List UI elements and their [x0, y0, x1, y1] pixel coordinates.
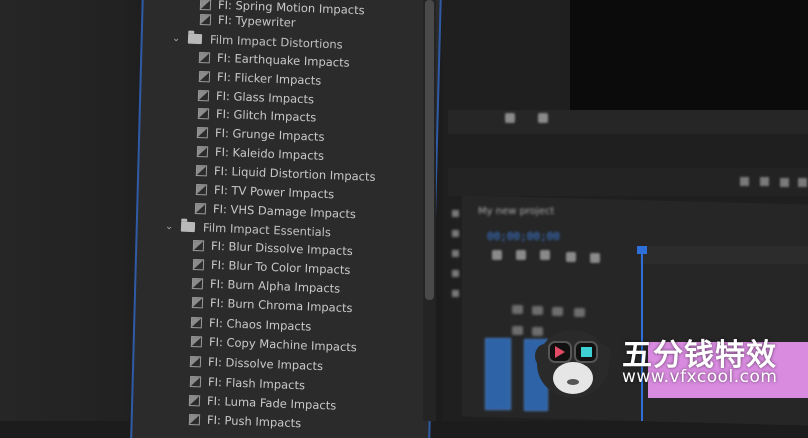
- effect-preset-icon: [188, 413, 201, 425]
- chevron-down-icon[interactable]: ⌄: [172, 33, 182, 44]
- add-marker-icon[interactable]: [540, 250, 550, 260]
- effect-preset-icon: [195, 164, 208, 176]
- effect-item-label: FI: Dissolve Impacts: [207, 354, 324, 374]
- track-target-v1[interactable]: [485, 338, 511, 410]
- playback-controls: [448, 168, 808, 196]
- watermark-url: www.vfxcool.com: [622, 367, 778, 387]
- monkey-logo-icon: [535, 330, 611, 398]
- folder-icon: [180, 221, 196, 233]
- effect-preset-icon: [198, 51, 211, 63]
- program-monitor-viewer: [570, 0, 808, 118]
- effect-item-label: FI: Glitch Impacts: [215, 106, 317, 125]
- effect-item[interactable]: FI: Push Impacts: [188, 409, 302, 433]
- track-visibility-icon[interactable]: [552, 307, 563, 316]
- effect-preset-icon: [197, 107, 210, 119]
- selection-tool-icon[interactable]: [452, 210, 459, 217]
- effect-item-label: FI: Burn Chroma Impacts: [209, 295, 353, 316]
- effect-preset-icon: [192, 258, 205, 270]
- wrench-icon[interactable]: [590, 253, 600, 263]
- effect-preset-icon: [194, 202, 207, 214]
- export-frame-icon[interactable]: [798, 178, 807, 187]
- effect-preset-icon: [189, 375, 202, 387]
- track-select-tool-icon[interactable]: [452, 230, 459, 237]
- effect-item-label: FI: Flicker Impacts: [216, 69, 322, 88]
- track-sync-icon[interactable]: [532, 306, 543, 315]
- effect-item-label: FI: Kaleido Impacts: [214, 144, 325, 163]
- step-back-icon[interactable]: [740, 177, 749, 186]
- track-mute-icon[interactable]: [574, 308, 585, 317]
- track-lock-icon[interactable]: [512, 305, 523, 314]
- effect-preset-icon: [188, 394, 201, 406]
- effect-item-label: FI: Copy Machine Impacts: [208, 334, 358, 355]
- monitor-toolbar: [448, 110, 808, 134]
- effect-preset-icon: [191, 277, 204, 289]
- monitor-tool-icon[interactable]: [505, 113, 515, 123]
- effect-item-label: FI: Grunge Impacts: [214, 125, 325, 144]
- effect-preset-icon: [197, 89, 210, 101]
- effect-item-label: FI: Typewriter: [217, 12, 296, 30]
- effect-item-label: FI: Chaos Impacts: [208, 315, 312, 334]
- background-left: [0, 0, 150, 421]
- monitor-tool-icon[interactable]: [538, 113, 548, 123]
- effects-scrollbar-thumb[interactable]: [425, 0, 434, 300]
- snap-icon[interactable]: [492, 250, 502, 260]
- slip-tool-icon[interactable]: [452, 290, 459, 297]
- effect-preset-icon: [189, 355, 202, 367]
- razor-tool-icon[interactable]: [452, 270, 459, 277]
- effect-preset-icon: [195, 183, 208, 195]
- effect-preset-icon: [190, 316, 203, 328]
- timeline-tab[interactable]: My new project: [478, 206, 554, 217]
- effect-preset-icon: [191, 296, 204, 308]
- effect-item-label: FI: Flash Impacts: [207, 374, 306, 393]
- effect-preset-icon: [199, 13, 212, 25]
- effect-item-label: FI: Push Impacts: [206, 412, 302, 431]
- play-icon[interactable]: [760, 177, 769, 186]
- timeline-ruler[interactable]: [640, 246, 808, 264]
- effect-preset-icon: [196, 126, 209, 138]
- step-forward-icon[interactable]: [780, 178, 789, 187]
- effect-preset-icon: [192, 239, 205, 251]
- chevron-down-icon[interactable]: ⌄: [165, 221, 175, 232]
- tools-panel: [452, 210, 460, 310]
- timeline-timecode[interactable]: 00;00;00;00: [487, 230, 560, 243]
- effect-preset-icon: [190, 335, 203, 347]
- timeline-settings-icon[interactable]: [566, 252, 576, 262]
- effect-preset-icon: [196, 145, 209, 157]
- linked-selection-icon[interactable]: [516, 250, 526, 260]
- effect-preset-icon: [198, 70, 211, 82]
- folder-icon: [187, 33, 203, 45]
- ripple-edit-tool-icon[interactable]: [452, 250, 459, 257]
- track-lock-icon[interactable]: [512, 326, 523, 335]
